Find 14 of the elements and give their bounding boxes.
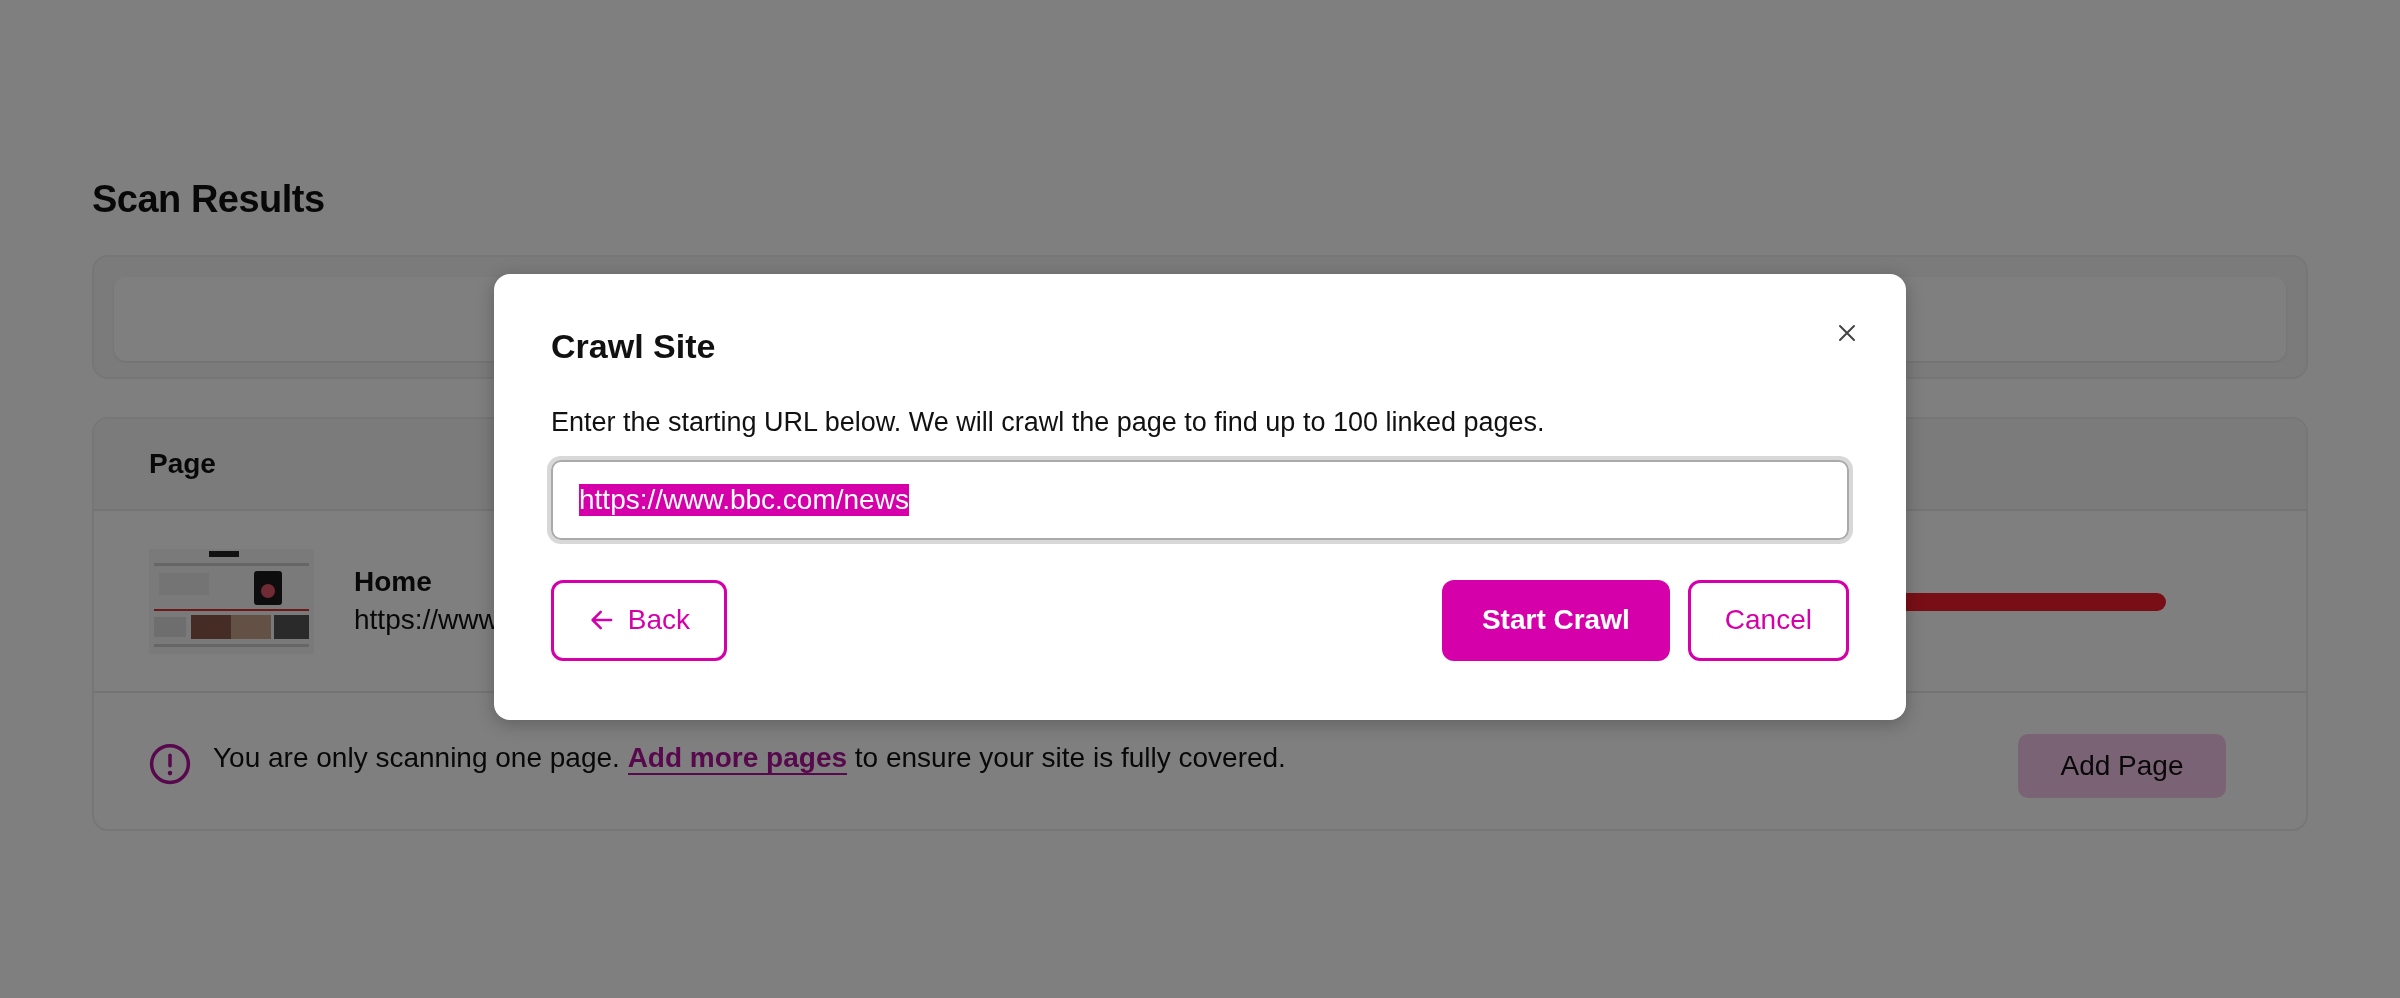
start-crawl-button[interactable]: Start Crawl bbox=[1441, 579, 1670, 661]
alert-icon bbox=[149, 743, 191, 785]
page-title: Scan Results bbox=[92, 178, 326, 221]
notice-text: You are only scanning one page. Add more pages to ensure your site is fully covered. bbox=[213, 742, 1287, 774]
add-page-button[interactable]: Add Page bbox=[2018, 734, 2226, 798]
close-icon bbox=[1837, 323, 1857, 343]
page-url: https://www bbox=[354, 604, 499, 636]
page-name: Home bbox=[354, 566, 433, 598]
back-button[interactable]: Back bbox=[551, 579, 727, 661]
cancel-button[interactable]: Cancel bbox=[1687, 579, 1849, 661]
add-pages-link[interactable]: Add more pages bbox=[627, 742, 848, 775]
column-header: Page bbox=[149, 448, 216, 480]
dialog-description: Enter the starting URL below. We will crawl the page to find up to 100 linked pages. bbox=[551, 406, 1546, 438]
dialog-title: Crawl Site bbox=[551, 326, 716, 367]
